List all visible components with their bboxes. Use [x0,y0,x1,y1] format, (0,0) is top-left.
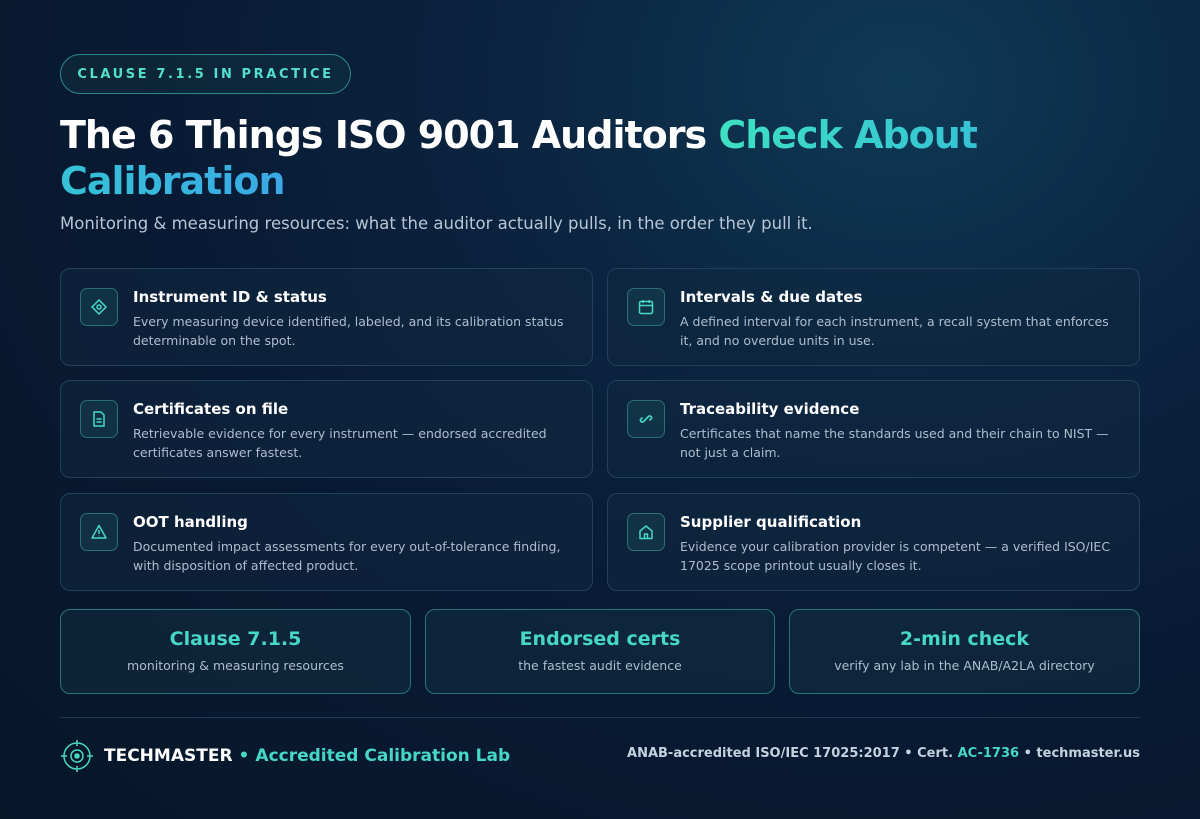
stat-label: verify any lab in the ANAB/A2LA director… [834,658,1095,673]
footer-divider [60,717,1140,718]
stat-value: Endorsed certs [519,628,681,650]
card-title: Instrument ID & status [133,288,327,306]
card-traceability: Traceability evidence Certificates that … [607,380,1140,478]
card-description: A defined interval for each instrument, … [680,314,1109,348]
stat-endorsed-certs: Endorsed certs the fastest audit evidenc… [425,609,775,694]
card-certificates: Certificates on file Retrievable evidenc… [60,380,593,478]
stat-clause: Clause 7.1.5 monitoring & measuring reso… [60,609,411,694]
link-icon [627,400,665,438]
card-description: Every measuring device identified, label… [133,314,564,348]
title-part1: The 6 Things ISO 9001 Auditors [60,113,719,157]
card-intervals: Intervals & due dates A defined interval… [607,268,1140,366]
page-title: The 6 Things ISO 9001 Auditors Check Abo… [60,112,1140,204]
warning-icon [80,513,118,551]
footer-brand: TECHMASTER • Accredited Calibration Lab [60,738,510,774]
card-instrument-id: Instrument ID & status Every measuring d… [60,268,593,366]
building-icon [627,513,665,551]
website-link[interactable]: techmaster.us [1036,746,1140,761]
card-description: Certificates that name the standards use… [680,426,1109,460]
document-icon [80,400,118,438]
brand-separator: • [238,746,250,766]
stat-value: 2-min check [899,628,1030,650]
site-separator: • [1019,746,1037,761]
card-supplier-qualification: Supplier qualification Evidence your cal… [607,493,1140,591]
card-title: Intervals & due dates [680,288,863,306]
accreditation-text: ANAB-accredited ISO/IEC 17025:2017 • Cer… [627,746,958,761]
stat-value: Clause 7.1.5 [169,628,302,650]
card-title: OOT handling [133,513,248,531]
card-title: Traceability evidence [680,400,860,418]
card-description: Retrievable evidence for every instrumen… [133,426,547,460]
brand-name: TECHMASTER [104,746,233,766]
tag-icon [80,288,118,326]
stat-2min-check: 2-min check verify any lab in the ANAB/A… [789,609,1140,694]
stat-label: the fastest audit evidence [518,658,682,673]
brand-tagline: Accredited Calibration Lab [255,746,511,766]
target-logo-icon [61,740,93,772]
card-oot-handling: OOT handling Documented impact assessmen… [60,493,593,591]
card-description: Documented impact assessments for every … [133,539,561,573]
stat-label: monitoring & measuring resources [127,658,344,673]
page-subtitle: Monitoring & measuring resources: what t… [60,214,813,233]
calendar-icon [627,288,665,326]
card-title: Certificates on file [133,400,289,418]
clause-badge: CLAUSE 7.1.5 IN PRACTICE [60,54,351,94]
card-title: Supplier qualification [680,513,862,531]
card-description: Evidence your calibration provider is co… [680,539,1111,573]
cert-number: AC-1736 [957,746,1020,761]
footer-accreditation: ANAB-accredited ISO/IEC 17025:2017 • Cer… [627,746,1140,761]
